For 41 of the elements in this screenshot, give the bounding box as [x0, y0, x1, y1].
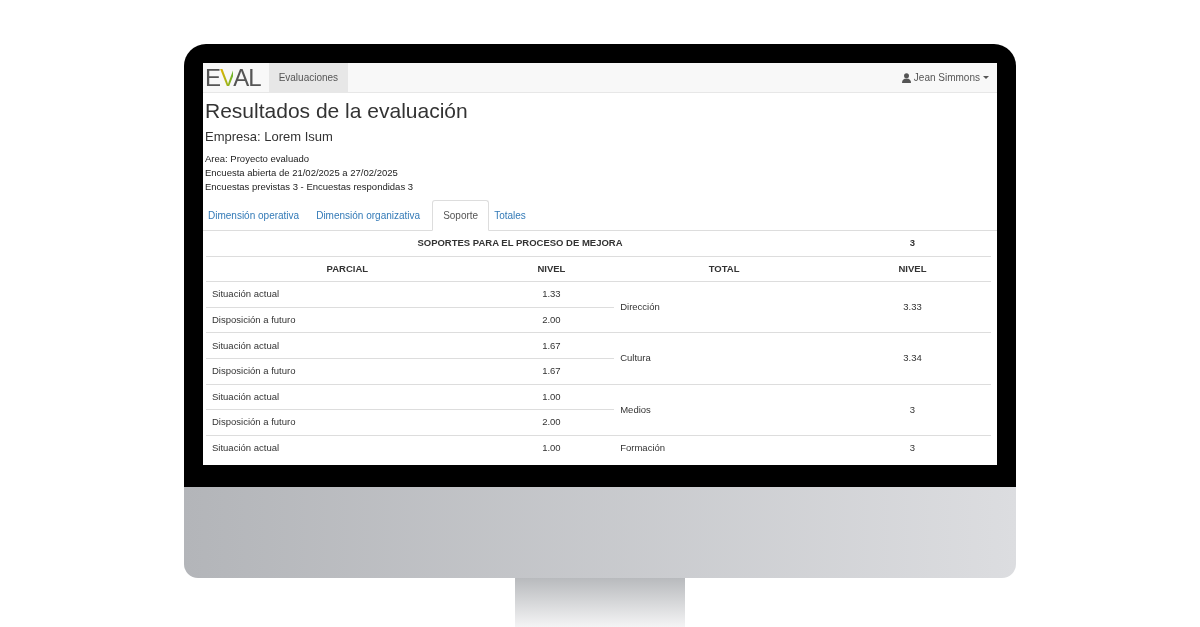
table-cell: 1.00	[542, 390, 561, 402]
tab[interactable]: Dimensión organizativa	[311, 199, 433, 231]
tab[interactable]: Soporte	[432, 199, 490, 231]
table-cell: Formación	[620, 442, 666, 454]
table-cell: 3	[909, 442, 916, 454]
user-menu[interactable]: Jean Simmons	[893, 63, 997, 92]
table-cell: Situación actual	[212, 288, 280, 300]
table-cell: Cultura	[620, 352, 651, 364]
table-cell: 2.00	[542, 416, 561, 428]
table-title: SOPORTES PARA EL PROCESO DE MEJORA	[417, 236, 623, 248]
table-cell: Situación actual	[212, 390, 280, 402]
table-cell: Medios	[620, 403, 651, 415]
user-icon	[901, 72, 911, 83]
table-cell: Situación actual	[212, 442, 280, 454]
table-cell: 3.34	[903, 352, 922, 364]
table-cell: 1.67	[542, 365, 561, 377]
table-cell: 3	[909, 403, 916, 415]
table-cell: 1.00	[542, 442, 561, 454]
column-header: TOTAL	[708, 262, 740, 274]
table-cell: 3	[909, 236, 916, 248]
tab[interactable]: Dimensión operativa	[203, 199, 312, 231]
info-line: Encuesta abierta de 21/02/2025 a 27/02/2025	[205, 165, 399, 180]
table-cell: 1.33	[542, 288, 561, 300]
info-line: Encuestas previstas 3 - Encuestas respondidas 3	[205, 179, 415, 194]
column-header: NIVEL	[537, 262, 566, 274]
table-cell: Situación actual	[212, 339, 280, 351]
table-cell: Disposición a futuro	[212, 416, 296, 428]
table-cell: 2.00	[542, 313, 561, 325]
table-cell: 3.33	[903, 301, 922, 313]
table-cell: 1.67	[542, 339, 561, 351]
nav-link[interactable]: Evaluaciones	[268, 63, 349, 92]
table-cell: Disposición a futuro	[212, 365, 296, 377]
info-line: Area: Proyecto evaluado	[205, 151, 311, 166]
company-name: Empresa: Lorem Isum	[205, 128, 334, 146]
column-header: NIVEL	[898, 262, 927, 274]
column-header: PARCIAL	[326, 262, 369, 274]
tab[interactable]: Totales	[489, 199, 538, 231]
caret-icon	[983, 75, 989, 80]
page-title: Resultados de la evaluación	[205, 99, 469, 123]
table-cell: Disposición a futuro	[212, 313, 296, 325]
table-cell: Dirección	[620, 301, 660, 313]
